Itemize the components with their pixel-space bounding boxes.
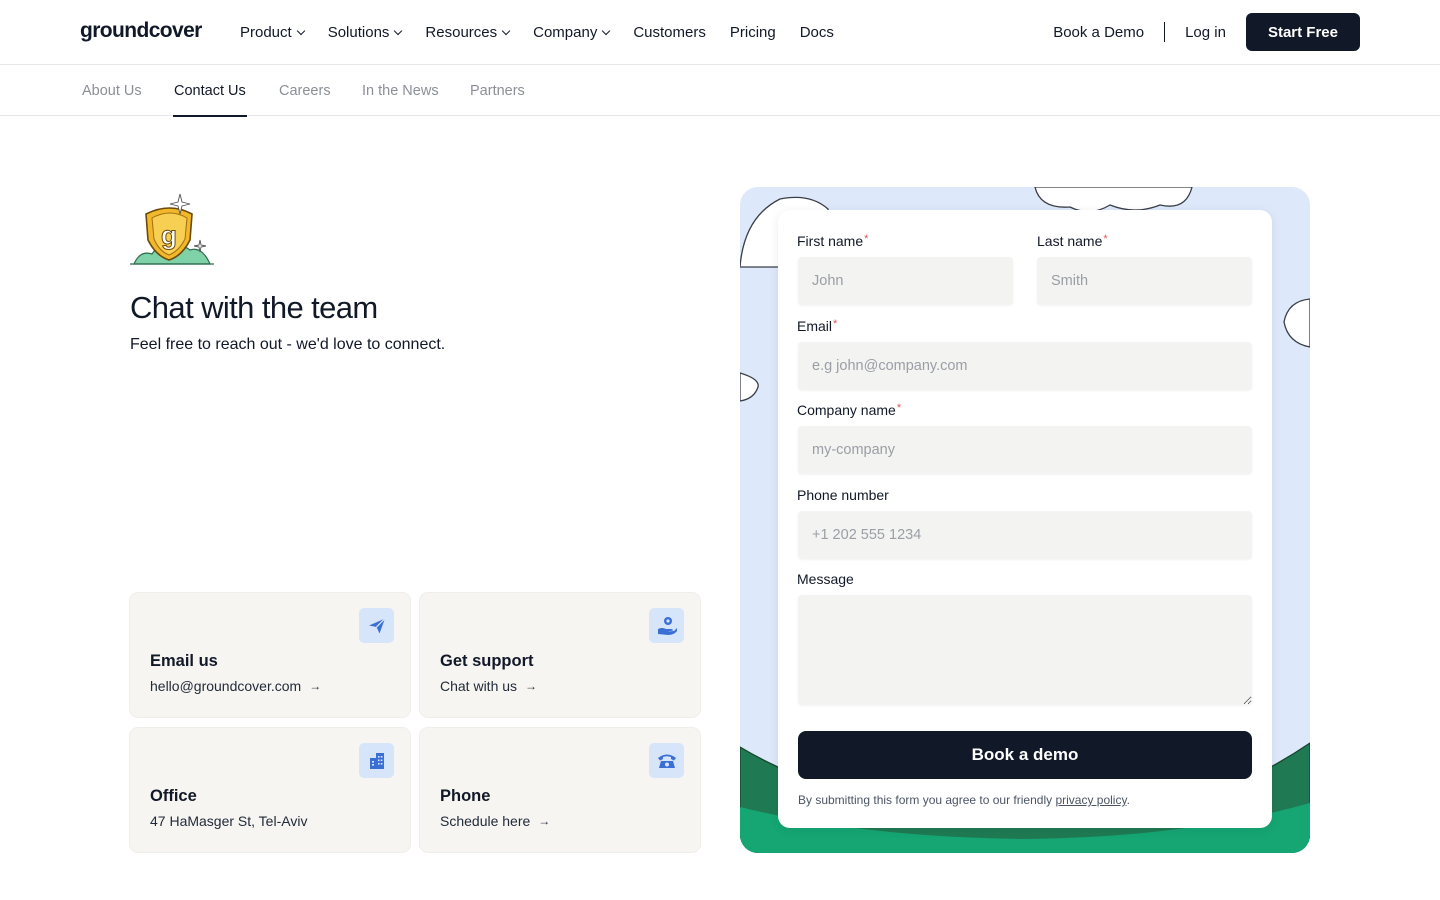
last-name-label: Last name* [1037, 233, 1108, 249]
chevron-down-icon [501, 26, 511, 35]
email-card[interactable]: Email us hello@groundcover.com → [130, 593, 410, 717]
message-textarea[interactable] [798, 595, 1252, 705]
card-title: Phone [440, 787, 491, 805]
groundcover-logo[interactable]: groundcover [80, 19, 202, 43]
nav-docs[interactable]: Docs [800, 24, 834, 41]
card-line-text: Chat with us [440, 678, 518, 694]
first-name-label-text: First name [797, 233, 864, 249]
office-address: 47 HaMasger St, Tel-Aviv [150, 813, 307, 829]
email-input[interactable] [798, 342, 1252, 390]
nav-resources-label: Resources [425, 24, 498, 41]
card-line-text: Schedule here [440, 813, 531, 829]
phone-number-label: Phone number [797, 487, 889, 503]
tab-about-us[interactable]: About Us [82, 65, 142, 116]
message-label-text: Message [797, 571, 854, 587]
email-label-text: Email [797, 318, 833, 334]
book-demo-link[interactable]: Book a Demo [1053, 24, 1144, 41]
nav-resources[interactable]: Resources [425, 24, 511, 41]
phone-number-input[interactable] [798, 511, 1252, 559]
first-name-label: First name* [797, 233, 868, 249]
page-subtitle: Feel free to reach out - we'd love to co… [130, 336, 446, 353]
consent-text: By submitting this form you agree to our… [798, 793, 1130, 807]
nav-company[interactable]: Company [533, 24, 611, 41]
book-demo-button[interactable]: Book a demo [798, 731, 1252, 779]
nav-solutions[interactable]: Solutions [327, 24, 403, 41]
building-icon [359, 743, 394, 778]
arrow-right-icon: → [525, 679, 538, 693]
chevron-down-icon [602, 26, 611, 35]
company-name-label: Company name* [797, 402, 901, 418]
last-name-input[interactable] [1037, 257, 1252, 305]
main-menu: Product Solutions Resources Company Cust… [240, 0, 858, 65]
card-title: Email us [150, 652, 218, 670]
first-name-input[interactable] [798, 257, 1013, 305]
consent-text-end: . [1126, 793, 1130, 807]
nav-company-label: Company [533, 24, 598, 41]
chat-link[interactable]: Chat with us → [440, 678, 537, 694]
message-label: Message [797, 571, 854, 587]
card-line-text: hello@groundcover.com [150, 678, 302, 694]
support-card[interactable]: Get support Chat with us → [420, 593, 700, 717]
telephone-icon [649, 743, 684, 778]
company-name-label-text: Company name [797, 402, 896, 418]
nav-pricing[interactable]: Pricing [730, 24, 776, 41]
schedule-link[interactable]: Schedule here → [440, 813, 550, 829]
company-name-input[interactable] [798, 426, 1252, 474]
chevron-down-icon [296, 26, 305, 35]
top-navigation: groundcover Product Solutions Resources … [0, 0, 1440, 65]
card-line-text: 47 HaMasger St, Tel-Aviv [150, 813, 308, 829]
required-asterisk: * [896, 402, 902, 414]
consent-text-body: By submitting this form you agree to our… [798, 793, 1056, 807]
nav-solutions-label: Solutions [327, 24, 390, 41]
arrow-right-icon: → [309, 679, 322, 693]
nav-actions: Book a Demo Log in Start Free [1053, 13, 1360, 51]
page-title: Chat with the team [130, 290, 378, 325]
phone-card[interactable]: Phone Schedule here → [420, 728, 700, 852]
required-asterisk: * [833, 318, 838, 330]
tab-in-the-news[interactable]: In the News [362, 65, 439, 116]
hand-support-icon [649, 608, 684, 643]
company-subnav: About Us Contact Us Careers In the News … [0, 65, 1440, 117]
nav-product-label: Product [240, 24, 292, 41]
last-name-label-text: Last name [1037, 233, 1103, 249]
tab-contact-us[interactable]: Contact Us [173, 65, 247, 117]
svg-text:g: g [161, 220, 177, 250]
book-demo-form: First name* Last name* Email* Company na… [778, 210, 1272, 828]
tab-careers[interactable]: Careers [279, 65, 331, 116]
shield-mascot-icon: g [130, 193, 214, 265]
card-title: Office [150, 787, 197, 805]
chevron-down-icon [394, 26, 403, 35]
demo-form-panel: First name* Last name* Email* Company na… [740, 187, 1310, 853]
arrow-right-icon: → [538, 814, 551, 828]
email-link[interactable]: hello@groundcover.com → [150, 678, 321, 694]
email-label: Email* [797, 318, 837, 334]
start-free-button[interactable]: Start Free [1245, 13, 1360, 51]
phone-number-label-text: Phone number [797, 487, 889, 503]
card-title: Get support [440, 652, 534, 670]
required-asterisk: * [1103, 233, 1108, 245]
nav-customers[interactable]: Customers [633, 24, 706, 41]
required-asterisk: * [864, 233, 869, 245]
tab-partners[interactable]: Partners [470, 65, 525, 116]
login-link[interactable]: Log in [1185, 24, 1226, 41]
office-card: Office 47 HaMasger St, Tel-Aviv [130, 728, 410, 852]
nav-divider [1164, 22, 1166, 42]
nav-product[interactable]: Product [240, 24, 305, 41]
privacy-policy-link[interactable]: privacy policy [1055, 793, 1126, 807]
paper-plane-icon [359, 608, 394, 643]
